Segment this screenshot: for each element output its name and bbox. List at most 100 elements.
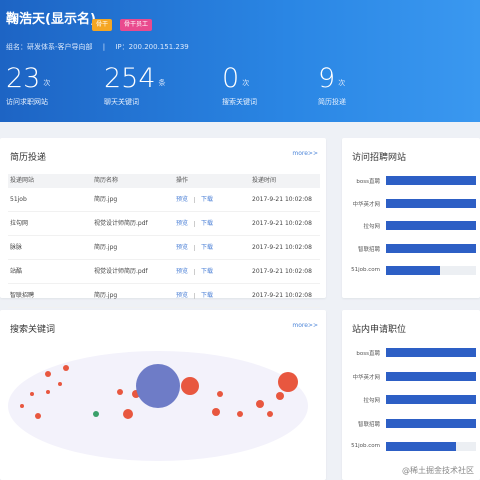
bar-track [386, 198, 476, 208]
apply-jobs-card: 站内申请职位 boss直聘 中华英才网拉勾网智联招聘 51job.com [342, 310, 480, 480]
preview-link[interactable]: 预览 [176, 220, 188, 227]
keyword-bubble[interactable] [45, 371, 51, 377]
table-row: 拉勾网 视觉设计师简历.pdf 预览 下载 2017-9-21 10:02:08 [8, 212, 320, 236]
stat-label: 简历投递 [318, 98, 346, 106]
site-cell: 拉勾网 [10, 220, 29, 227]
keyword-bubble[interactable] [58, 382, 62, 386]
actions-cell: 预览 下载 [176, 212, 252, 235]
preview-link[interactable]: 预览 [176, 244, 188, 251]
user-meta: 组名：研发体系-客户导向部 | IP：200.200.151.239 [6, 43, 189, 51]
bar-fill [386, 418, 476, 428]
profile-header: 鞠浩天(显示名) 骨干 骨干员工 组名：研发体系-客户导向部 | IP：200.… [0, 0, 480, 122]
bar-fill [386, 198, 476, 208]
bar-row: 51job.com [342, 266, 480, 276]
keyword-bubble[interactable] [63, 365, 69, 371]
card-title: 访问招聘网站 [352, 153, 407, 163]
col-header: 简历名称 [94, 177, 119, 184]
bar-fill [386, 266, 440, 275]
file-cell: 视觉设计师简历.pdf [94, 268, 148, 275]
stat-visits: 23 次 访问求职网站 [6, 64, 50, 107]
keyword-bubble[interactable] [136, 364, 180, 408]
actions-cell: 预览 下载 [176, 284, 252, 307]
download-link[interactable]: 下载 [201, 292, 213, 299]
bar-track [386, 442, 476, 451]
search-keywords-card: 搜索关键词 more>> [0, 310, 326, 480]
keyword-bubble[interactable] [276, 392, 284, 400]
keyword-bubble[interactable] [212, 408, 220, 416]
download-link[interactable]: 下载 [201, 244, 213, 251]
role-badge: 骨干 [92, 19, 113, 31]
bar-track [386, 395, 476, 404]
watermark: @稀土掘金技术社区 [402, 466, 474, 475]
divider [194, 292, 196, 299]
file-cell: 简历.jpg [94, 292, 118, 299]
apply-bar-chart: boss直聘 中华英才网拉勾网智联招聘 51job.com [342, 348, 480, 473]
stat-value: 0 [222, 63, 240, 94]
divider [194, 196, 196, 203]
keyword-bubble[interactable] [46, 390, 50, 394]
bar-fill [386, 176, 476, 185]
actions-cell: 预览 下载 [176, 236, 252, 259]
file-cell: 简历.jpg [94, 196, 118, 203]
col-header: 投递网站 [10, 177, 35, 184]
bar-label: boss直聘 [356, 179, 380, 185]
stat-unit: 条 [158, 79, 166, 87]
bar-row: boss直聘 [342, 176, 480, 186]
bar-row: boss直聘 [342, 348, 480, 358]
keyword-bubble[interactable] [217, 391, 223, 397]
file-cell: 视觉设计师简历.pdf [94, 220, 148, 227]
time-cell: 2017-9-21 10:02:08 [252, 196, 312, 203]
preview-link[interactable]: 预览 [176, 292, 188, 299]
download-link[interactable]: 下载 [201, 220, 213, 227]
keyword-bubble[interactable] [93, 411, 99, 417]
stat-label: 聊天关键词 [104, 98, 139, 106]
table-row: 51job 简历.jpg 预览 下载 2017-9-21 10:02:08 [8, 188, 320, 212]
keyword-bubble[interactable] [35, 413, 41, 419]
download-link[interactable]: 下载 [201, 268, 213, 275]
bar-row: 智联招聘 [342, 243, 480, 254]
keyword-bubble[interactable] [30, 392, 34, 396]
download-link[interactable]: 下载 [201, 196, 213, 203]
card-title: 站内申请职位 [352, 325, 407, 335]
more-link[interactable]: more>> [292, 322, 318, 329]
divider [194, 244, 196, 251]
group-text: 组名：研发体系-客户导向部 [6, 43, 93, 51]
keyword-bubble[interactable] [267, 411, 273, 417]
bar-row: 拉勾网 [342, 395, 480, 405]
resume-card: 简历投递 more>> 投递网站 简历名称 操作 投递时间 51job 简历.jp… [0, 138, 326, 308]
preview-link[interactable]: 预览 [176, 196, 188, 203]
keyword-bubble[interactable] [20, 404, 24, 408]
bar-track [386, 371, 476, 381]
keyword-bubble[interactable] [117, 389, 123, 395]
bar-track [386, 348, 476, 357]
site-cell: 站酷 [10, 268, 23, 275]
bar-fill [386, 243, 476, 253]
visit-sites-card: 访问招聘网站 boss直聘 中华英才网 拉勾网 智联招聘 51job.com [342, 138, 480, 298]
bar-fill [386, 221, 476, 230]
table-header: 投递网站 简历名称 操作 投递时间 [8, 174, 320, 188]
more-link[interactable]: more>> [292, 150, 318, 157]
keyword-bubble[interactable] [278, 372, 298, 392]
time-cell: 2017-9-21 10:02:08 [252, 244, 312, 251]
stat-value: 23 [6, 63, 41, 94]
site-cell: 脉脉 [10, 244, 23, 251]
bar-row: 中华英才网 [342, 198, 480, 209]
site-cell: 智联招聘 [10, 292, 35, 299]
keyword-bubble[interactable] [237, 411, 243, 417]
keyword-bubble[interactable] [181, 377, 199, 395]
bar-track [386, 243, 476, 253]
preview-link[interactable]: 预览 [176, 268, 188, 275]
bar-row: 智联招聘 [342, 418, 480, 429]
table-row: 智联招聘 简历.jpg 预览 下载 2017-9-21 10:02:08 [8, 284, 320, 308]
bar-fill [386, 348, 476, 357]
stat-unit: 次 [43, 79, 51, 87]
employee-badge: 骨干员工 [120, 19, 153, 31]
keyword-bubble[interactable] [256, 400, 264, 408]
bar-row: 中华英才网 [342, 371, 480, 382]
bar-row: 51job.com [342, 442, 480, 452]
bar-fill [386, 395, 476, 404]
resume-table: 投递网站 简历名称 操作 投递时间 51job 简历.jpg 预览 下载 2017-9-… [8, 174, 320, 308]
keyword-bubble[interactable] [123, 409, 133, 419]
bar-label: 拉勾网 [363, 398, 380, 404]
stat-label: 访问求职网站 [6, 98, 48, 106]
